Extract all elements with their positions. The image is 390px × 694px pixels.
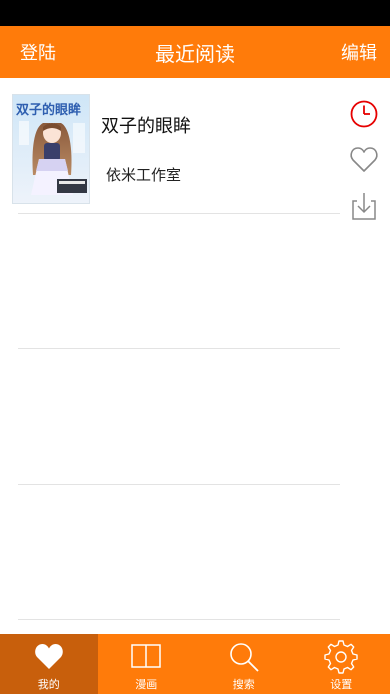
- tab-search[interactable]: 搜索: [195, 634, 293, 694]
- book-author: 依米工作室: [106, 166, 182, 184]
- recent-reading-list: 双子的眼眸 双子的眼眸 依米工作室: [0, 78, 390, 634]
- edit-button[interactable]: 编辑: [341, 39, 377, 65]
- divider: [18, 348, 340, 349]
- tab-comics[interactable]: 漫画: [98, 634, 196, 694]
- cover-illustration: 双子的眼眸: [13, 95, 89, 203]
- tab-label: 我的: [37, 678, 60, 691]
- heart-icon: [32, 640, 66, 674]
- tab-label: 搜索: [232, 678, 255, 691]
- header-bar: 登陆 最近阅读 编辑: [0, 26, 390, 78]
- divider: [18, 484, 340, 485]
- tab-settings[interactable]: 设置: [293, 634, 390, 694]
- book-icon: [129, 640, 163, 674]
- tab-label: 设置: [330, 678, 353, 691]
- bottom-tab-bar: 我的 漫画 搜索 设置: [0, 634, 390, 694]
- divider: [18, 213, 340, 214]
- status-bar: [0, 0, 390, 26]
- book-title: 双子的眼眸: [101, 116, 191, 137]
- login-button[interactable]: 登陆: [20, 39, 56, 65]
- search-icon: [227, 640, 261, 674]
- list-item[interactable]: 双子的眼眸 双子的眼眸 依米工作室: [0, 88, 390, 220]
- divider: [18, 619, 340, 620]
- heart-icon[interactable]: [346, 142, 382, 178]
- gear-icon: [324, 640, 358, 674]
- history-icon[interactable]: [346, 96, 382, 132]
- book-cover-image: 双子的眼眸: [12, 94, 90, 204]
- page-title: 最近阅读: [155, 41, 235, 66]
- tab-mine[interactable]: 我的: [0, 634, 98, 694]
- download-icon[interactable]: [346, 188, 382, 224]
- tab-label: 漫画: [135, 678, 158, 691]
- cover-title-text: 双子的眼眸: [16, 102, 81, 118]
